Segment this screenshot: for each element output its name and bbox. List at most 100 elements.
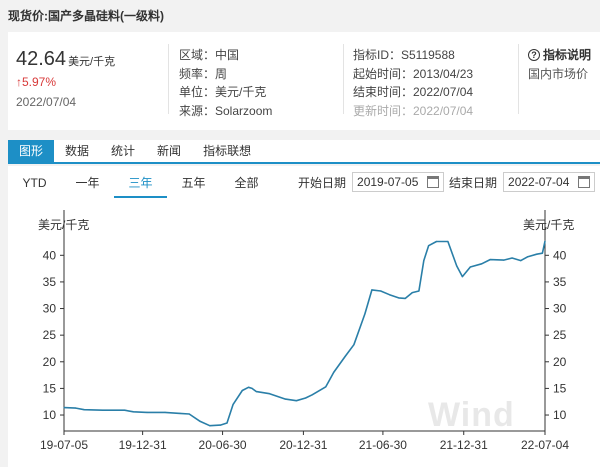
data-point [388, 294, 391, 296]
data-point [295, 400, 297, 402]
region-label: 区域：中国 [179, 48, 240, 62]
tab-stats[interactable]: 统计 [100, 140, 146, 162]
data-point [544, 240, 546, 242]
data-point [63, 407, 65, 409]
x-tick-label: 21-12-31 [440, 438, 488, 452]
data-point [520, 260, 522, 262]
x-tick-label: 22-07-04 [521, 438, 569, 452]
data-point [511, 257, 513, 259]
indicator-explain[interactable]: ? 指标说明 国内市场价 [528, 46, 591, 83]
y-tick-label-left: 25 [43, 328, 57, 342]
y-tick-label-right: 10 [553, 408, 567, 422]
data-point [456, 265, 458, 267]
data-point [102, 409, 104, 411]
source-label: 来源：Solarzoom [179, 103, 273, 118]
data-point [255, 391, 257, 393]
price-summary: 42.64 美元/千克 ↑5.97% 2022/07/04 [16, 48, 115, 109]
divider [343, 44, 344, 114]
update-time: 更新时间：2022/07/04 [353, 103, 474, 118]
data-point [428, 245, 430, 247]
data-point [461, 276, 463, 278]
data-point [188, 413, 190, 415]
data-point [247, 386, 250, 388]
data-point [489, 259, 491, 261]
data-point [305, 397, 307, 399]
tab-news[interactable]: 新闻 [146, 140, 192, 162]
y-tick-label-left: 35 [43, 275, 57, 289]
data-point [241, 389, 243, 392]
data-point [435, 240, 438, 243]
data-point [333, 371, 335, 373]
data-point [146, 411, 148, 413]
data-point [124, 409, 126, 411]
data-point [423, 260, 425, 262]
series-line [63, 240, 546, 427]
y-tick-label-right: 20 [553, 355, 567, 369]
data-point [251, 387, 253, 389]
y-tick-label-right: 35 [553, 275, 567, 289]
data-point [411, 292, 413, 294]
data-point [398, 297, 400, 299]
y-tick-label-left: 20 [43, 355, 57, 369]
y-tick-label-left: 40 [43, 248, 57, 262]
y-tick-label-right: 15 [553, 381, 567, 395]
data-point [364, 313, 366, 315]
data-point [232, 403, 234, 405]
latest-price: 42.64 [16, 48, 67, 70]
data-point [469, 266, 471, 268]
question-icon: ? [528, 49, 540, 62]
end-time: 结束时间：2022/07/04 [353, 85, 474, 99]
data-point [179, 412, 181, 414]
x-tick-label: 19-07-05 [40, 438, 88, 452]
data-point [219, 424, 221, 426]
data-point [503, 259, 505, 261]
tab-data[interactable]: 数据 [54, 140, 100, 162]
x-tick-label: 20-06-30 [199, 438, 247, 452]
data-point [83, 409, 85, 411]
data-point [75, 407, 77, 409]
start-time: 起始时间：2013/04/23 [353, 66, 474, 81]
chart-panel: YTD 一年 三年 五年 全部 开始日期 2019-07-05 结束日期 202… [8, 166, 600, 467]
indicator-meta-right: 指标ID：S5119588 起始时间：2013/04/23 结束时间：2022/… [353, 46, 473, 120]
data-point [284, 398, 286, 400]
data-point [325, 386, 327, 388]
y-tick-label-right: 25 [553, 328, 567, 342]
price-change: ↑5.97% [16, 75, 57, 89]
page-title: 现货价:国产多晶硅料(一级料) [0, 0, 600, 30]
price-date: 2022/07/04 [16, 95, 77, 109]
tab-chart[interactable]: 图形 [8, 140, 55, 162]
y-tick-label-right: 30 [553, 302, 567, 316]
data-point [404, 297, 406, 299]
indicator-info-panel: 42.64 美元/千克 ↑5.97% 2022/07/04 区域：中国 频率：周 … [8, 32, 600, 130]
data-point [447, 240, 449, 243]
data-point [209, 425, 211, 427]
indicator-explain-title[interactable]: 指标说明 [543, 46, 591, 65]
data-point [536, 253, 538, 255]
data-point [311, 394, 313, 396]
data-point [418, 290, 420, 292]
frequency-label: 频率：周 [179, 66, 228, 81]
indicator-id: 指标ID：S5119588 [353, 48, 455, 62]
data-point [344, 355, 346, 358]
view-tabs: 图形 数据 统计 新闻 指标联想 [8, 140, 600, 164]
divider [168, 44, 169, 114]
data-point [481, 263, 483, 265]
data-point [541, 252, 544, 254]
data-point [164, 411, 166, 413]
data-point [132, 411, 134, 413]
indicator-explain-link[interactable]: ? 指标说明 [528, 46, 591, 65]
tab-related[interactable]: 指标联想 [192, 140, 262, 162]
y-tick-label-left: 10 [43, 408, 57, 422]
y-tick-label-right: 40 [553, 248, 567, 262]
x-tick-label: 19-12-31 [119, 438, 167, 452]
data-point [380, 290, 382, 292]
unit-label: 单位：美元/千克 [179, 85, 267, 99]
indicator-meta-left: 区域：中国 频率：周 单位：美元/千克 来源：Solarzoom [179, 46, 272, 120]
data-point [526, 256, 529, 258]
data-point [353, 344, 355, 346]
indicator-explain-subtitle: 国内市场价 [528, 66, 589, 81]
y-tick-label-left: 15 [43, 381, 57, 395]
price-unit: 美元/千克 [68, 56, 116, 68]
y-tick-label-left: 30 [43, 302, 57, 316]
x-tick-label: 20-12-31 [279, 438, 327, 452]
